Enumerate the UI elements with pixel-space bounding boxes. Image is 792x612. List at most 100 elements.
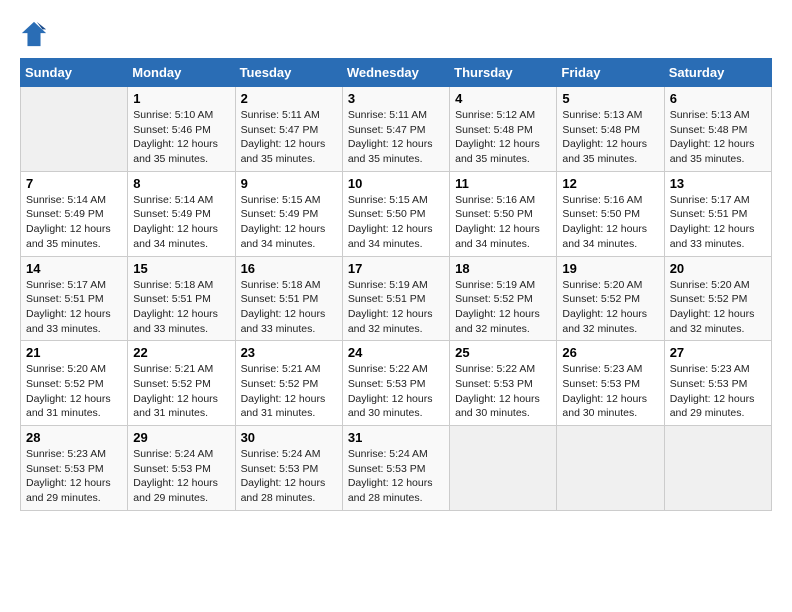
calendar-cell: 4 Sunrise: 5:12 AMSunset: 5:48 PMDayligh… [450, 87, 557, 172]
day-number: 10 [348, 176, 444, 191]
day-number: 5 [562, 91, 658, 106]
day-info: Sunrise: 5:16 AMSunset: 5:50 PMDaylight:… [455, 194, 540, 250]
day-number: 3 [348, 91, 444, 106]
logo [20, 20, 52, 48]
calendar-cell: 3 Sunrise: 5:11 AMSunset: 5:47 PMDayligh… [342, 87, 449, 172]
day-info: Sunrise: 5:21 AMSunset: 5:52 PMDaylight:… [133, 363, 218, 419]
day-info: Sunrise: 5:23 AMSunset: 5:53 PMDaylight:… [670, 363, 755, 419]
calendar-cell: 9 Sunrise: 5:15 AMSunset: 5:49 PMDayligh… [235, 171, 342, 256]
day-info: Sunrise: 5:18 AMSunset: 5:51 PMDaylight:… [241, 279, 326, 335]
day-info: Sunrise: 5:24 AMSunset: 5:53 PMDaylight:… [133, 448, 218, 504]
day-info: Sunrise: 5:17 AMSunset: 5:51 PMDaylight:… [670, 194, 755, 250]
day-info: Sunrise: 5:17 AMSunset: 5:51 PMDaylight:… [26, 279, 111, 335]
day-number: 4 [455, 91, 551, 106]
day-info: Sunrise: 5:20 AMSunset: 5:52 PMDaylight:… [670, 279, 755, 335]
header-sunday: Sunday [21, 59, 128, 87]
day-number: 9 [241, 176, 337, 191]
calendar-cell: 15 Sunrise: 5:18 AMSunset: 5:51 PMDaylig… [128, 256, 235, 341]
calendar-cell: 1 Sunrise: 5:10 AMSunset: 5:46 PMDayligh… [128, 87, 235, 172]
calendar-week-row: 1 Sunrise: 5:10 AMSunset: 5:46 PMDayligh… [21, 87, 772, 172]
header-wednesday: Wednesday [342, 59, 449, 87]
calendar-cell: 28 Sunrise: 5:23 AMSunset: 5:53 PMDaylig… [21, 426, 128, 511]
calendar-table: SundayMondayTuesdayWednesdayThursdayFrid… [20, 58, 772, 511]
day-info: Sunrise: 5:22 AMSunset: 5:53 PMDaylight:… [348, 363, 433, 419]
calendar-cell: 29 Sunrise: 5:24 AMSunset: 5:53 PMDaylig… [128, 426, 235, 511]
calendar-cell: 14 Sunrise: 5:17 AMSunset: 5:51 PMDaylig… [21, 256, 128, 341]
calendar-cell: 30 Sunrise: 5:24 AMSunset: 5:53 PMDaylig… [235, 426, 342, 511]
header-monday: Monday [128, 59, 235, 87]
day-info: Sunrise: 5:20 AMSunset: 5:52 PMDaylight:… [26, 363, 111, 419]
header-friday: Friday [557, 59, 664, 87]
day-info: Sunrise: 5:15 AMSunset: 5:49 PMDaylight:… [241, 194, 326, 250]
day-number: 27 [670, 345, 766, 360]
calendar-cell [450, 426, 557, 511]
calendar-cell: 26 Sunrise: 5:23 AMSunset: 5:53 PMDaylig… [557, 341, 664, 426]
day-number: 26 [562, 345, 658, 360]
day-number: 19 [562, 261, 658, 276]
calendar-cell: 5 Sunrise: 5:13 AMSunset: 5:48 PMDayligh… [557, 87, 664, 172]
calendar-week-row: 28 Sunrise: 5:23 AMSunset: 5:53 PMDaylig… [21, 426, 772, 511]
day-number: 8 [133, 176, 229, 191]
day-info: Sunrise: 5:14 AMSunset: 5:49 PMDaylight:… [26, 194, 111, 250]
day-info: Sunrise: 5:21 AMSunset: 5:52 PMDaylight:… [241, 363, 326, 419]
day-number: 2 [241, 91, 337, 106]
calendar-cell: 16 Sunrise: 5:18 AMSunset: 5:51 PMDaylig… [235, 256, 342, 341]
day-info: Sunrise: 5:23 AMSunset: 5:53 PMDaylight:… [26, 448, 111, 504]
calendar-cell: 13 Sunrise: 5:17 AMSunset: 5:51 PMDaylig… [664, 171, 771, 256]
header-tuesday: Tuesday [235, 59, 342, 87]
calendar-cell [664, 426, 771, 511]
calendar-cell: 8 Sunrise: 5:14 AMSunset: 5:49 PMDayligh… [128, 171, 235, 256]
calendar-cell: 22 Sunrise: 5:21 AMSunset: 5:52 PMDaylig… [128, 341, 235, 426]
day-info: Sunrise: 5:19 AMSunset: 5:51 PMDaylight:… [348, 279, 433, 335]
calendar-week-row: 7 Sunrise: 5:14 AMSunset: 5:49 PMDayligh… [21, 171, 772, 256]
calendar-cell: 2 Sunrise: 5:11 AMSunset: 5:47 PMDayligh… [235, 87, 342, 172]
day-info: Sunrise: 5:16 AMSunset: 5:50 PMDaylight:… [562, 194, 647, 250]
day-number: 31 [348, 430, 444, 445]
calendar-cell: 17 Sunrise: 5:19 AMSunset: 5:51 PMDaylig… [342, 256, 449, 341]
day-info: Sunrise: 5:18 AMSunset: 5:51 PMDaylight:… [133, 279, 218, 335]
day-number: 1 [133, 91, 229, 106]
day-info: Sunrise: 5:13 AMSunset: 5:48 PMDaylight:… [562, 109, 647, 165]
day-info: Sunrise: 5:24 AMSunset: 5:53 PMDaylight:… [241, 448, 326, 504]
calendar-header-row: SundayMondayTuesdayWednesdayThursdayFrid… [21, 59, 772, 87]
day-number: 6 [670, 91, 766, 106]
day-info: Sunrise: 5:19 AMSunset: 5:52 PMDaylight:… [455, 279, 540, 335]
day-info: Sunrise: 5:11 AMSunset: 5:47 PMDaylight:… [348, 109, 433, 165]
day-number: 11 [455, 176, 551, 191]
calendar-cell: 6 Sunrise: 5:13 AMSunset: 5:48 PMDayligh… [664, 87, 771, 172]
day-info: Sunrise: 5:24 AMSunset: 5:53 PMDaylight:… [348, 448, 433, 504]
calendar-cell: 10 Sunrise: 5:15 AMSunset: 5:50 PMDaylig… [342, 171, 449, 256]
day-info: Sunrise: 5:14 AMSunset: 5:49 PMDaylight:… [133, 194, 218, 250]
day-info: Sunrise: 5:11 AMSunset: 5:47 PMDaylight:… [241, 109, 326, 165]
calendar-cell: 19 Sunrise: 5:20 AMSunset: 5:52 PMDaylig… [557, 256, 664, 341]
calendar-cell: 25 Sunrise: 5:22 AMSunset: 5:53 PMDaylig… [450, 341, 557, 426]
day-number: 16 [241, 261, 337, 276]
day-info: Sunrise: 5:12 AMSunset: 5:48 PMDaylight:… [455, 109, 540, 165]
calendar-cell: 31 Sunrise: 5:24 AMSunset: 5:53 PMDaylig… [342, 426, 449, 511]
day-number: 7 [26, 176, 122, 191]
calendar-cell: 20 Sunrise: 5:20 AMSunset: 5:52 PMDaylig… [664, 256, 771, 341]
calendar-cell: 11 Sunrise: 5:16 AMSunset: 5:50 PMDaylig… [450, 171, 557, 256]
page-header [20, 20, 772, 48]
day-number: 23 [241, 345, 337, 360]
calendar-cell: 7 Sunrise: 5:14 AMSunset: 5:49 PMDayligh… [21, 171, 128, 256]
day-number: 21 [26, 345, 122, 360]
day-info: Sunrise: 5:22 AMSunset: 5:53 PMDaylight:… [455, 363, 540, 419]
calendar-cell: 23 Sunrise: 5:21 AMSunset: 5:52 PMDaylig… [235, 341, 342, 426]
day-number: 15 [133, 261, 229, 276]
calendar-cell [21, 87, 128, 172]
calendar-cell: 18 Sunrise: 5:19 AMSunset: 5:52 PMDaylig… [450, 256, 557, 341]
day-info: Sunrise: 5:13 AMSunset: 5:48 PMDaylight:… [670, 109, 755, 165]
day-number: 24 [348, 345, 444, 360]
calendar-cell: 21 Sunrise: 5:20 AMSunset: 5:52 PMDaylig… [21, 341, 128, 426]
day-number: 28 [26, 430, 122, 445]
logo-icon [20, 20, 48, 48]
day-number: 30 [241, 430, 337, 445]
day-info: Sunrise: 5:23 AMSunset: 5:53 PMDaylight:… [562, 363, 647, 419]
day-number: 14 [26, 261, 122, 276]
day-number: 20 [670, 261, 766, 276]
day-info: Sunrise: 5:15 AMSunset: 5:50 PMDaylight:… [348, 194, 433, 250]
calendar-week-row: 21 Sunrise: 5:20 AMSunset: 5:52 PMDaylig… [21, 341, 772, 426]
calendar-cell [557, 426, 664, 511]
header-saturday: Saturday [664, 59, 771, 87]
